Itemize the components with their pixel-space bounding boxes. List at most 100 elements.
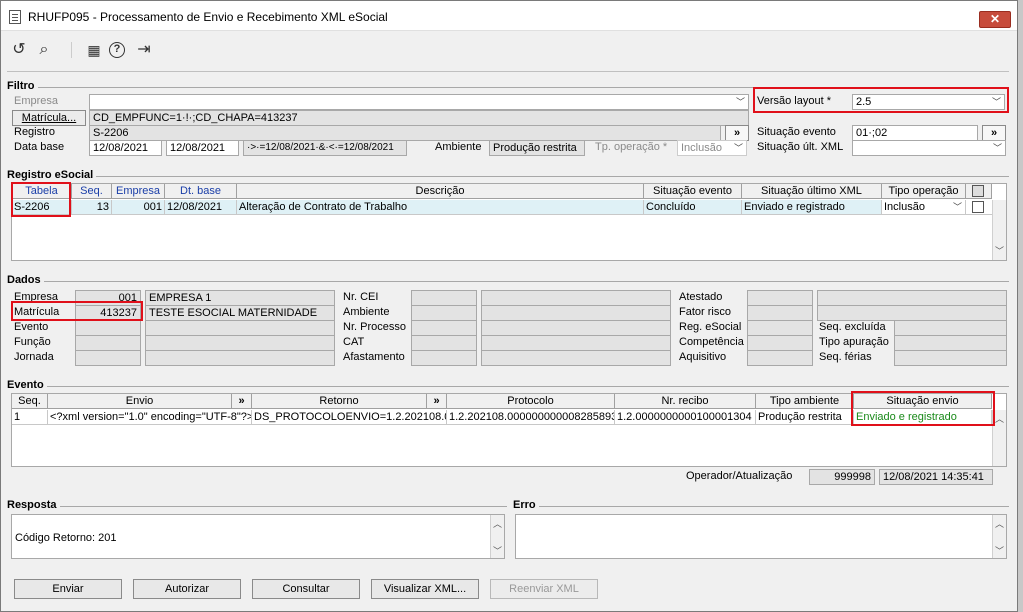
select-all-checkbox[interactable] <box>972 185 984 197</box>
cell-dt-base[interactable]: 12/08/2021 <box>165 200 237 215</box>
col-descricao[interactable]: Descrição <box>237 184 644 199</box>
col-ev-envio-expand[interactable]: » <box>232 394 252 409</box>
consultar-button[interactable]: Consultar <box>252 579 360 599</box>
chevron-down-icon: ﹀ <box>493 546 503 556</box>
cell-ev-tipo-ambiente[interactable]: Produção restrita <box>756 410 854 425</box>
erro-scrollbar[interactable]: ︿ ﹀ <box>992 515 1006 558</box>
atestado-field <box>747 290 813 306</box>
col-tipo-operacao[interactable]: Tipo operação <box>882 184 966 199</box>
window-title: RHUFP095 - Processamento de Envio e Rece… <box>28 10 388 24</box>
autorizar-button[interactable]: Autorizar <box>133 579 241 599</box>
chevron-down-icon: ﹀ <box>995 246 1005 256</box>
toolbar-separator <box>7 71 1009 72</box>
data-base-label: Data base <box>14 141 65 153</box>
nr-cei-desc <box>481 290 671 306</box>
cell-ev-recibo[interactable]: 1.2.0000000000100001304 <box>615 410 756 425</box>
afastamento-label: Afastamento <box>343 351 405 363</box>
tipo-apuracao-field <box>894 335 1007 351</box>
empresa-select[interactable]: ﹀ <box>89 94 749 110</box>
matricula-filter-field: CD_EMPFUNC=1·!·;CD_CHAPA=413237 <box>89 110 749 126</box>
col-tabela[interactable]: Tabela <box>12 184 72 199</box>
registro-field[interactable]: S-2206 <box>89 125 721 141</box>
date-to-field[interactable]: 12/08/2021 <box>166 140 239 156</box>
cell-descricao[interactable]: Alteração de Contrato de Trabalho <box>237 200 644 215</box>
row-checkbox[interactable] <box>972 201 984 213</box>
nr-processo-desc <box>481 320 671 336</box>
col-ev-situacao[interactable]: Situação envio <box>854 394 992 409</box>
col-dt-base[interactable]: Dt. base <box>165 184 237 199</box>
chevron-down-icon: ﹀ <box>735 97 745 107</box>
col-empresa[interactable]: Empresa <box>112 184 165 199</box>
cell-select[interactable] <box>966 200 992 215</box>
dados-jornada-name <box>145 350 335 366</box>
calendar-icon[interactable]: ▦ <box>84 40 104 60</box>
cell-ev-envio[interactable]: <?xml version="1.0" encoding="UTF-8"?> <box>48 410 252 425</box>
cell-tabela[interactable]: S-2206 <box>12 200 72 215</box>
registro-scrollbar[interactable]: ﹀ <box>992 200 1006 260</box>
registro-more-button[interactable]: » <box>725 125 749 141</box>
col-ev-protocolo[interactable]: Protocolo <box>447 394 615 409</box>
situacao-xml-select[interactable]: ﹀ <box>852 140 1006 156</box>
col-situacao-evento[interactable]: Situação evento <box>644 184 742 199</box>
title-bar: RHUFP095 - Processamento de Envio e Rece… <box>1 1 1017 31</box>
cat-field <box>411 335 477 351</box>
cell-ev-retorno[interactable]: DS_PROTOCOLOENVIO=1.2.202108.000 <box>252 410 447 425</box>
chevron-up-icon: ︿ <box>995 519 1005 529</box>
versao-layout-label: Versão layout * <box>757 95 831 107</box>
operador-label: Operador/Atualização <box>686 470 793 482</box>
dados-funcao-name <box>145 335 335 351</box>
cell-situacao-xml[interactable]: Enviado e registrado <box>742 200 882 215</box>
cell-situacao-evento[interactable]: Concluído <box>644 200 742 215</box>
tp-operacao-label: Tp. operação * <box>595 141 668 153</box>
nr-cei-field <box>411 290 477 306</box>
matricula-button[interactable]: Matrícula... <box>12 110 86 126</box>
reg-esocial-field <box>747 320 813 336</box>
evento-title: Evento <box>7 379 47 391</box>
versao-layout-select[interactable]: 2.5 ﹀ <box>852 94 1005 110</box>
cell-ev-protocolo[interactable]: 1.2.202108.0000000000082858935 <box>447 410 615 425</box>
cell-tipo-operacao-select[interactable]: Inclusão ﹀ <box>882 200 966 215</box>
dados-empresa-code: 001 <box>75 290 141 306</box>
col-ev-envio[interactable]: Envio <box>48 394 232 409</box>
close-button[interactable]: ✕ <box>979 11 1011 28</box>
reenviar-xml-button: Reenviar XML <box>490 579 598 599</box>
cell-empresa[interactable]: 001 <box>112 200 165 215</box>
afastamento-desc <box>481 350 671 366</box>
chevron-down-icon: ﹀ <box>992 143 1002 153</box>
situacao-evento-field[interactable]: 01·;02 <box>852 125 978 141</box>
situacao-evento-more-button[interactable]: » <box>982 125 1006 141</box>
operador-field: 999998 <box>809 469 875 485</box>
exit-icon[interactable]: ⇥ <box>134 40 154 60</box>
col-ev-seq[interactable]: Seq. <box>12 394 48 409</box>
col-select-all[interactable] <box>966 184 992 199</box>
help-icon[interactable]: ? <box>109 42 125 58</box>
evento-grid: Seq. Envio » Retorno » Protocolo Nr. rec… <box>11 393 1007 467</box>
col-situacao-xml[interactable]: Situação último XML <box>742 184 882 199</box>
enviar-button[interactable]: Enviar <box>14 579 122 599</box>
col-ev-tipo-ambiente[interactable]: Tipo ambiente <box>756 394 854 409</box>
cell-ev-seq[interactable]: 1 <box>12 410 48 425</box>
erro-textarea[interactable]: ︿ ﹀ <box>515 514 1007 559</box>
resposta-scrollbar[interactable]: ︿ ﹀ <box>490 515 504 558</box>
evento-scrollbar[interactable]: ︿ <box>992 410 1006 466</box>
dados-empresa-label: Empresa <box>14 291 59 303</box>
cell-ev-situacao[interactable]: Enviado e registrado <box>854 410 992 425</box>
undo-icon[interactable]: ↺ <box>9 40 29 60</box>
erro-title: Erro <box>513 499 539 511</box>
document-icon <box>9 10 21 24</box>
date-from-field[interactable]: 12/08/2021 <box>89 140 162 156</box>
search-icon[interactable]: ⌕ <box>34 40 54 60</box>
visualizar-xml-button[interactable]: Visualizar XML... <box>371 579 479 599</box>
atualizacao-field: 12/08/2021 14:35:41 <box>879 469 993 485</box>
col-ev-retorno-expand[interactable]: » <box>427 394 447 409</box>
seq-ferias-label: Seq. férias <box>819 351 872 363</box>
col-ev-retorno[interactable]: Retorno <box>252 394 427 409</box>
resposta-textarea[interactable]: Código Retorno: 201 ︿ ﹀ <box>11 514 505 559</box>
cell-seq[interactable]: 13 <box>72 200 112 215</box>
competencia-label: Competência <box>679 336 744 348</box>
col-seq[interactable]: Seq. <box>72 184 112 199</box>
dados-evento-code <box>75 320 141 336</box>
col-ev-recibo[interactable]: Nr. recibo <box>615 394 756 409</box>
fator-risco-label: Fator risco <box>679 306 731 318</box>
afastamento-field <box>411 350 477 366</box>
